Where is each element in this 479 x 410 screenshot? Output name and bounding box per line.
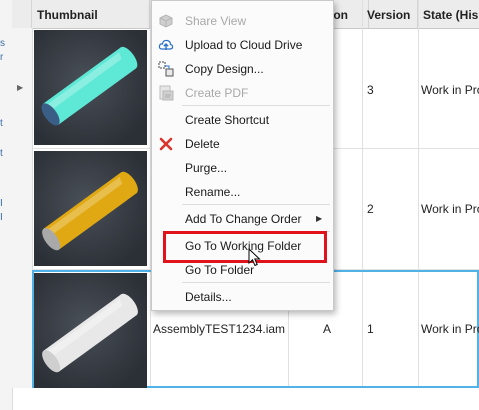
highlight-annotation-box	[163, 231, 327, 263]
menu-item-copy-design[interactable]: Copy Design...	[152, 57, 333, 81]
menu-separator	[182, 282, 330, 283]
left-panel-text: r	[0, 52, 4, 63]
mouse-pointer-icon	[248, 247, 262, 268]
state-cell: Work in Pro	[421, 202, 479, 216]
submenu-arrow-icon: ▶	[316, 214, 323, 223]
menu-item-label: Go To Folder	[185, 263, 255, 277]
menu-item-label: Purge...	[185, 161, 228, 175]
thumbnail-image	[34, 151, 147, 266]
current-row-arrow-icon: ▶	[17, 83, 24, 92]
menu-item-label: Create Shortcut	[185, 113, 270, 127]
menu-item-create-pdf[interactable]: Create PDF	[152, 81, 333, 105]
menu-item-label: Copy Design...	[185, 62, 264, 76]
state-cell: Work in Pro	[421, 83, 479, 97]
copy-design-icon	[158, 61, 174, 77]
pdf-icon	[158, 85, 174, 101]
left-panel-text: I	[0, 212, 3, 223]
menu-item-label: Details...	[185, 290, 232, 304]
menu-item-create-shortcut[interactable]: Create Shortcut	[152, 108, 333, 132]
left-panel-text: t	[0, 148, 3, 159]
thumbnail-image	[34, 273, 147, 388]
version-cell: 1	[367, 322, 374, 336]
menu-item-label: Create PDF	[185, 86, 249, 100]
column-header-state[interactable]: State (His	[418, 0, 479, 28]
file-name-cell: AssemblyTEST1234.iam	[153, 322, 286, 336]
menu-item-rename[interactable]: Rename...	[152, 180, 333, 204]
version-cell: 2	[367, 202, 374, 216]
menu-item-label: Share View	[185, 14, 247, 28]
column-header-version[interactable]: Version	[362, 0, 418, 28]
left-panel-text: I	[0, 198, 3, 209]
menu-separator	[182, 204, 330, 205]
context-menu: Share View Upload to Cloud Drive Copy De…	[151, 0, 334, 311]
menu-item-label: Upload to Cloud Drive	[185, 38, 303, 52]
menu-item-label: Rename...	[185, 185, 241, 199]
header-row-selector[interactable]	[12, 0, 32, 28]
menu-item-label: Add To Change Order	[185, 212, 302, 226]
thumbnail-image	[34, 30, 147, 145]
delete-x-icon	[158, 136, 174, 152]
left-panel-text: s	[0, 38, 5, 49]
version-cell: 3	[367, 83, 374, 97]
menu-item-details[interactable]: Details...	[152, 285, 333, 309]
left-panel-text: t	[0, 118, 3, 129]
row-selector-column[interactable]: ▶	[12, 28, 33, 388]
column-header-thumbnail[interactable]: Thumbnail	[32, 0, 150, 28]
share-view-icon	[158, 13, 174, 29]
menu-item-delete[interactable]: Delete	[152, 132, 333, 156]
menu-item-add-to-change-order[interactable]: Add To Change Order ▶	[152, 207, 333, 231]
menu-item-purge[interactable]: Purge...	[152, 156, 333, 180]
menu-item-share-view[interactable]: Share View	[152, 9, 333, 33]
menu-separator	[182, 105, 330, 106]
revision-cell: A	[323, 322, 332, 336]
menu-item-upload-to-cloud-drive[interactable]: Upload to Cloud Drive	[152, 33, 333, 57]
state-cell: Work in Pro	[421, 322, 479, 336]
cloud-upload-icon	[158, 37, 174, 53]
menu-item-label: Delete	[185, 137, 220, 151]
